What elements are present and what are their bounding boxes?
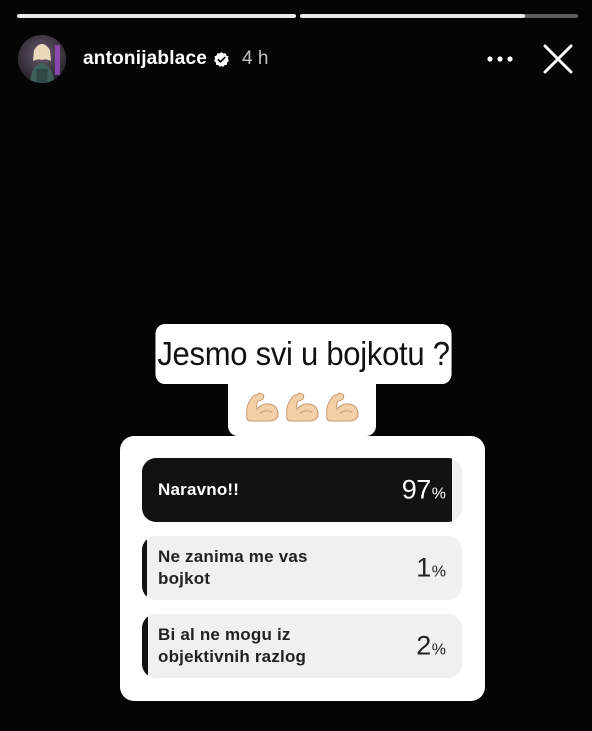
poll-percent-value: 1 <box>416 552 431 583</box>
poll-percent-value: 97 <box>401 474 432 505</box>
close-icon <box>543 44 573 74</box>
poll-percent-sign: % <box>431 563 446 581</box>
poll-sticker: Naravno!! 97% Ne zanima me vas bojkot 1%… <box>120 436 485 701</box>
flexed-biceps-icon <box>286 392 319 422</box>
flexed-biceps-icon <box>326 392 359 422</box>
post-timestamp: 4 h <box>242 48 269 69</box>
poll-option-1[interactable]: Naravno!! 97% <box>142 458 462 522</box>
poll-option-label: Naravno!! <box>158 480 240 499</box>
progress-segment-2 <box>299 14 578 18</box>
avatar-image <box>18 35 66 83</box>
poll-option-fill <box>142 614 149 678</box>
emoji-sticker <box>228 376 376 436</box>
close-button[interactable] <box>538 39 578 79</box>
flexed-biceps-icon <box>246 392 279 422</box>
username[interactable]: antonijablace <box>83 48 207 70</box>
poll-option-2[interactable]: Ne zanima me vas bojkot 1% <box>142 536 462 600</box>
question-sticker: Jesmo svi u bojkotu ? <box>155 324 452 384</box>
story-header: antonijablace 4 h <box>18 34 578 84</box>
poll-option-fill <box>142 536 147 600</box>
poll-percent-sign: % <box>431 641 446 659</box>
avatar[interactable] <box>18 35 66 83</box>
poll-percent-sign: % <box>431 485 446 503</box>
poll-option-label: Bi al ne mogu iz objektivnih razlog <box>158 625 307 666</box>
poll-option-percent: 1% <box>416 553 446 584</box>
poll-option-percent: 2% <box>416 631 446 662</box>
progress-fill <box>299 14 526 18</box>
progress-segment-1 <box>17 14 296 18</box>
story-progress <box>17 14 578 18</box>
more-horizontal-icon <box>487 56 513 62</box>
poll-option-percent: 97% <box>402 475 446 506</box>
poll-percent-value: 2 <box>416 630 431 661</box>
poll-option-label: Ne zanima me vas bojkot <box>158 547 308 588</box>
more-options-button[interactable] <box>480 39 520 79</box>
progress-fill <box>17 14 296 18</box>
poll-option-3[interactable]: Bi al ne mogu iz objektivnih razlog 2% <box>142 614 462 678</box>
verified-badge-icon <box>213 51 230 68</box>
